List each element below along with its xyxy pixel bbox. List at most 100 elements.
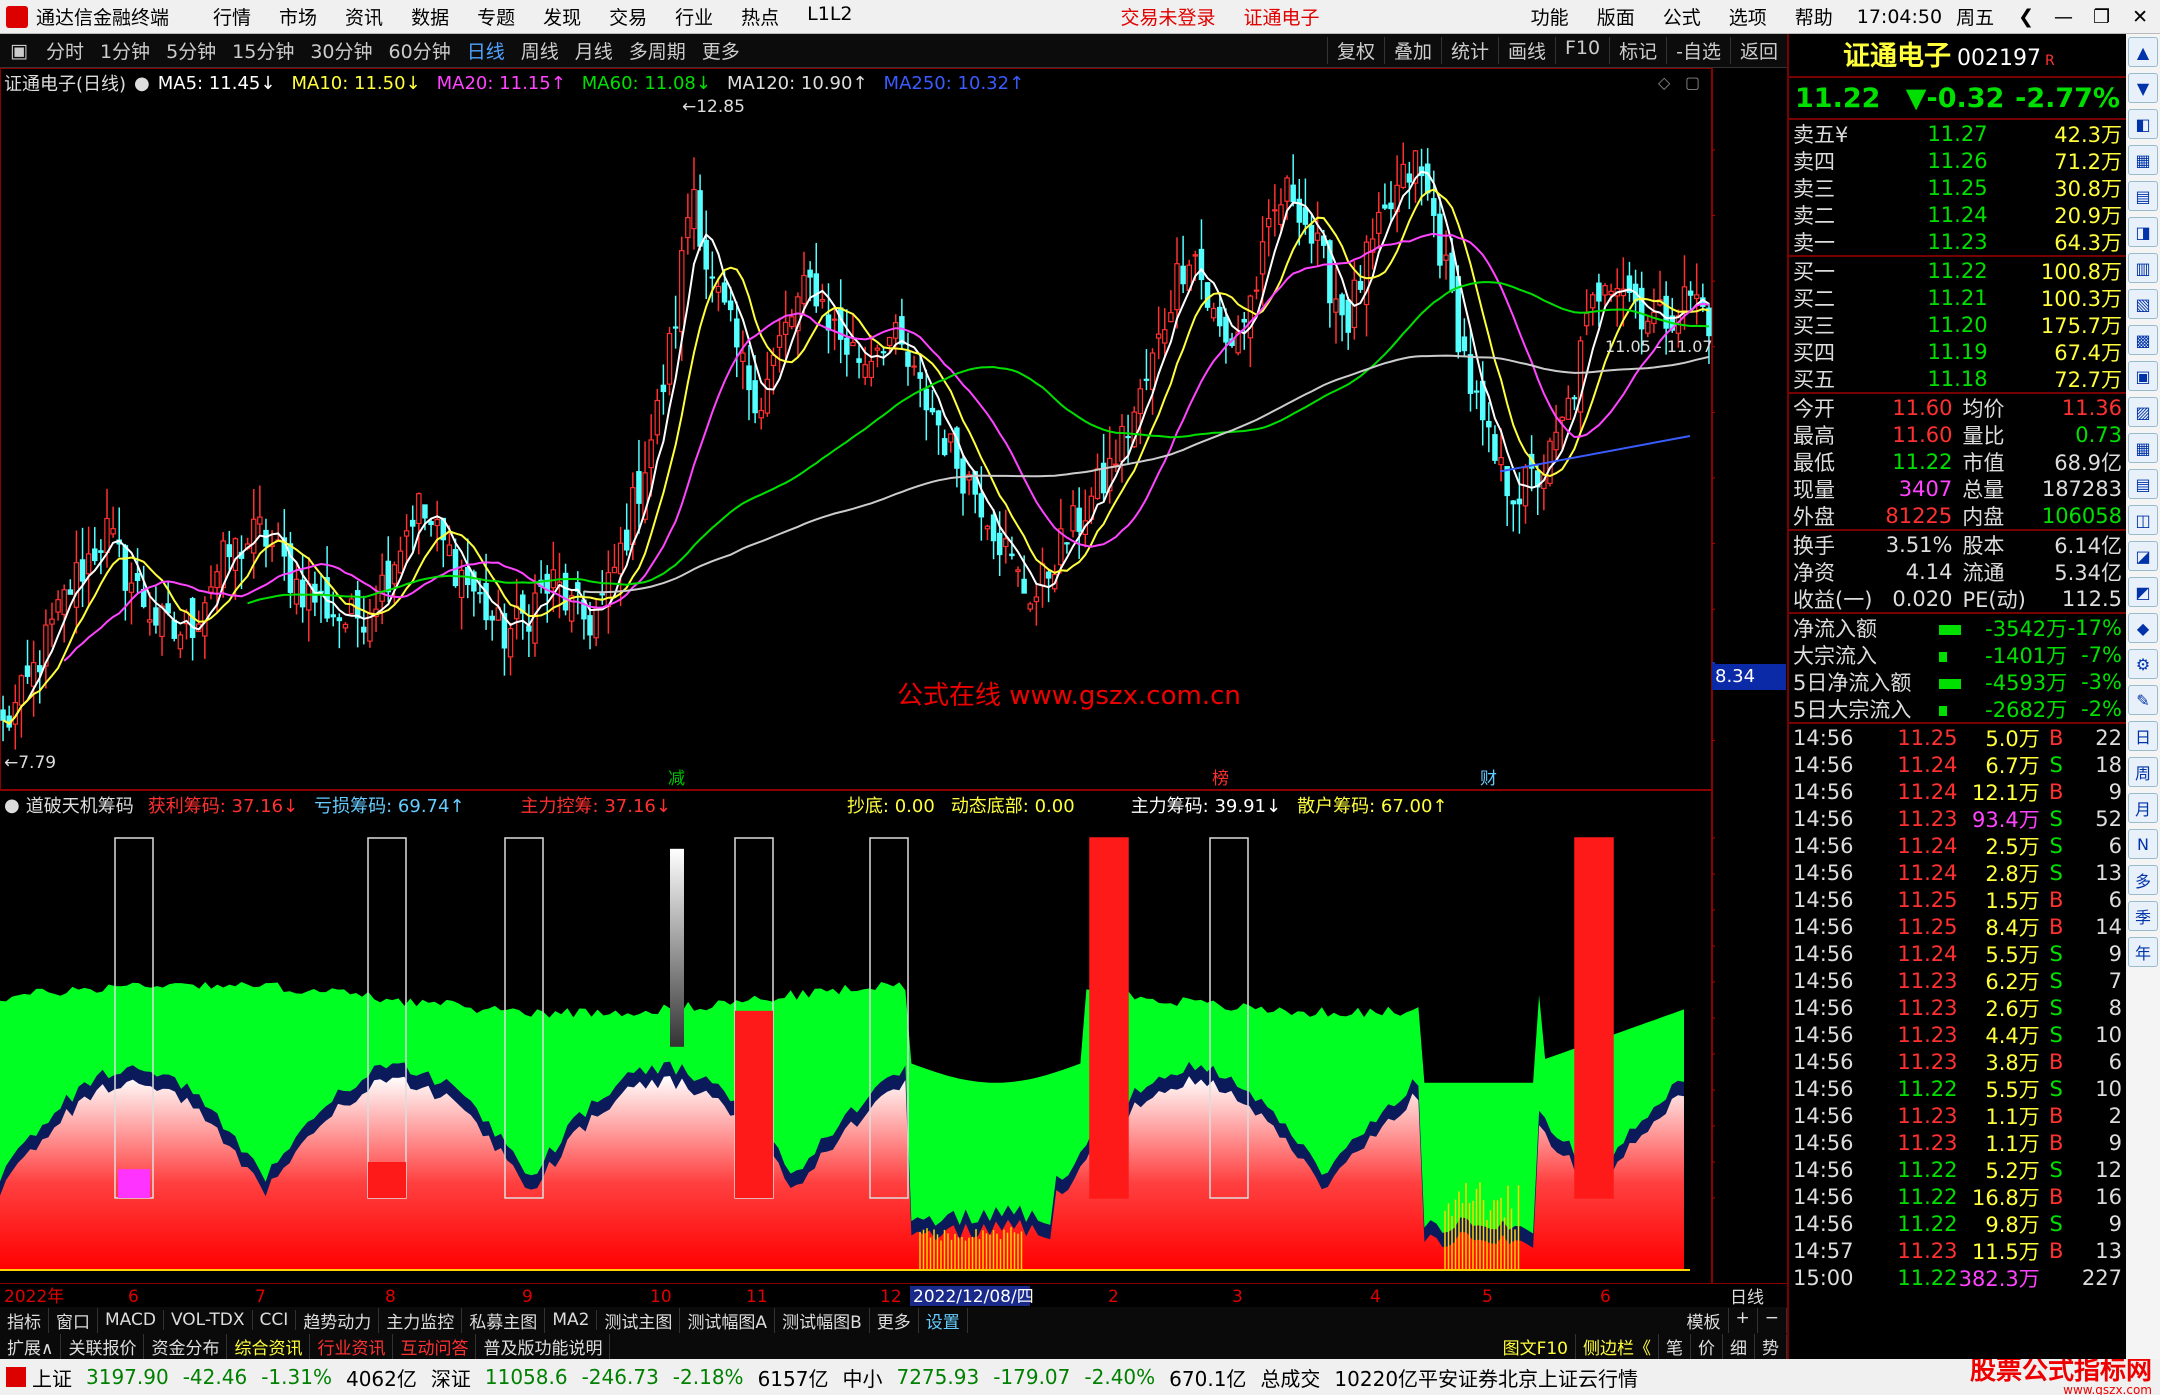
sidebar-tool-icon[interactable]: ◫: [2128, 505, 2158, 535]
panel-toggle-icon[interactable]: ▣: [0, 40, 38, 62]
sidebar-period-button[interactable]: N: [2128, 829, 2158, 859]
chart-tool-button[interactable]: 返回: [1730, 37, 1787, 64]
sidebar-tool-icon[interactable]: ▤: [2128, 469, 2158, 499]
menu-item[interactable]: 行业: [661, 3, 727, 30]
period-tab[interactable]: 更多: [694, 37, 748, 64]
indicator-tab[interactable]: 主力监控: [379, 1308, 462, 1333]
order-row[interactable]: 买四 11.19 67.4万: [1789, 338, 2126, 365]
menu-item[interactable]: 专题: [463, 3, 529, 30]
menu-item[interactable]: 数据: [397, 3, 463, 30]
menu-right-item[interactable]: 功能: [1517, 3, 1583, 30]
extension-tab[interactable]: 互动问答: [393, 1334, 476, 1359]
order-row[interactable]: 买二 11.21 100.3万: [1789, 284, 2126, 311]
menu-right-item[interactable]: 选项: [1715, 3, 1781, 30]
template-button[interactable]: −: [1758, 1308, 1787, 1333]
order-row[interactable]: 卖三 11.25 30.8万: [1789, 174, 2126, 201]
menu-item[interactable]: 资讯: [331, 3, 397, 30]
order-row[interactable]: 卖一 11.23 64.3万: [1789, 228, 2126, 255]
trade-status[interactable]: 交易未登录: [1107, 3, 1230, 30]
chart-tool-button[interactable]: 标记: [1609, 37, 1666, 64]
event-tag[interactable]: 财: [1480, 769, 1497, 789]
event-tag[interactable]: 榜: [1212, 769, 1229, 789]
period-tab[interactable]: 60分钟: [381, 37, 459, 64]
extension-tab[interactable]: 扩展∧: [0, 1334, 61, 1359]
period-tab[interactable]: 30分钟: [302, 37, 380, 64]
extension-tab[interactable]: 行业资讯: [310, 1334, 393, 1359]
extension-tab[interactable]: 关联报价: [61, 1334, 144, 1359]
side-tab[interactable]: 势: [1755, 1334, 1787, 1359]
sidebar-tool-icon[interactable]: ▨: [2128, 397, 2158, 427]
sidebar-period-button[interactable]: 多: [2128, 865, 2158, 895]
close-icon[interactable]: ✕: [2120, 6, 2160, 28]
period-tab[interactable]: 月线: [567, 37, 621, 64]
indicator-tab[interactable]: 窗口: [49, 1308, 98, 1333]
extension-tab[interactable]: 综合资讯: [227, 1334, 310, 1359]
indicator-tab[interactable]: CCI: [253, 1310, 297, 1330]
menu-right-item[interactable]: 版面: [1583, 3, 1649, 30]
template-button[interactable]: +: [1729, 1308, 1758, 1333]
candlestick-chart[interactable]: 12.50 12.00 11.50 11.00 10.50 10.00 9.50 9.00 8.…: [0, 68, 1715, 790]
sidebar-tool-icon[interactable]: ◩: [2128, 577, 2158, 607]
order-row[interactable]: 买一 11.22 100.8万: [1789, 257, 2126, 284]
order-row[interactable]: 卖四 11.26 71.2万: [1789, 147, 2126, 174]
indicator-tab[interactable]: 测试幅图A: [680, 1308, 775, 1333]
sh-label[interactable]: 上证: [32, 1363, 72, 1392]
sidebar-period-button[interactable]: 月: [2128, 793, 2158, 823]
sidebar-tool-icon[interactable]: ▣: [2128, 361, 2158, 391]
side-tab[interactable]: 细: [1723, 1334, 1755, 1359]
period-tab[interactable]: 5分钟: [158, 37, 224, 64]
tick-list[interactable]: 14:56 11.25 5.0万 B 22 14:56 11.24 6.7万 S 18 14:56 1…: [1789, 724, 2126, 1291]
order-row[interactable]: 卖二 11.24 20.9万: [1789, 201, 2126, 228]
indicator-tab[interactable]: MA2: [545, 1310, 597, 1330]
menu-right-item[interactable]: 公式: [1649, 3, 1715, 30]
extension-tab[interactable]: 普及版功能说明: [476, 1334, 610, 1359]
sidebar-period-button[interactable]: 季: [2128, 901, 2158, 931]
indicator-tab[interactable]: 测试幅图B: [775, 1308, 870, 1333]
period-tab[interactable]: 日线: [459, 37, 513, 64]
template-button[interactable]: 模板: [1680, 1308, 1729, 1333]
sz-label[interactable]: 深证: [431, 1363, 471, 1392]
menu-item[interactable]: 热点: [727, 3, 793, 30]
indicator-tab[interactable]: 测试主图: [597, 1308, 680, 1333]
order-row[interactable]: 卖五¥ 11.27 42.3万: [1789, 120, 2126, 147]
sidebar-tool-icon[interactable]: ◪: [2128, 541, 2158, 571]
order-row[interactable]: 买五 11.18 72.7万: [1789, 365, 2126, 392]
menu-item[interactable]: 行情: [199, 3, 265, 30]
event-tag[interactable]: 减: [668, 769, 685, 789]
minimize-icon[interactable]: —: [2044, 6, 2083, 28]
sidebar-tool-icon[interactable]: ▩: [2128, 325, 2158, 355]
settings-dot-icon[interactable]: ●: [134, 73, 150, 94]
indicator-tab[interactable]: 指标: [0, 1308, 49, 1333]
sidebar-tool-icon[interactable]: ◆: [2128, 613, 2158, 643]
period-tab[interactable]: 15分钟: [224, 37, 302, 64]
sidebar-tool-icon[interactable]: ▥: [2128, 253, 2158, 283]
sidebar-tool-icon[interactable]: ▤: [2128, 181, 2158, 211]
extension-tab[interactable]: 资金分布: [144, 1334, 227, 1359]
sidebar-tool-icon[interactable]: ◧: [2128, 109, 2158, 139]
period-tab[interactable]: 周线: [513, 37, 567, 64]
chart-tool-button[interactable]: 统计: [1441, 37, 1498, 64]
indicator-tab[interactable]: VOL-TDX: [164, 1310, 253, 1330]
sidebar-tool-icon[interactable]: ▲: [2128, 37, 2158, 67]
sidebar-period-button[interactable]: 周: [2128, 757, 2158, 787]
chart-tool-button[interactable]: 画线: [1498, 37, 1555, 64]
sidebar-period-button[interactable]: 日: [2128, 721, 2158, 751]
menu-item[interactable]: 发现: [529, 3, 595, 30]
zx-label[interactable]: 中小: [842, 1363, 882, 1392]
menu-item[interactable]: 市场: [265, 3, 331, 30]
side-tab[interactable]: 图文F10: [1496, 1334, 1576, 1359]
indicator-tab[interactable]: 趋势动力: [296, 1308, 379, 1333]
sidebar-tool-icon[interactable]: ⚙: [2128, 649, 2158, 679]
sidebar-tool-icon[interactable]: ▦: [2128, 145, 2158, 175]
period-tab[interactable]: 多周期: [621, 37, 694, 64]
side-tab[interactable]: 价: [1691, 1334, 1723, 1359]
chart-tool-button[interactable]: F10: [1555, 37, 1609, 64]
indicator-tab[interactable]: 私募主图: [462, 1308, 545, 1333]
chip-indicator-chart[interactable]: 120.00 110.00 100.00 90.00 80.00 70.00 60.00 50…: [0, 790, 1715, 1283]
server-name[interactable]: 平安证券北京上证云行情: [1418, 1363, 1638, 1392]
menu-item[interactable]: 交易: [595, 3, 661, 30]
maximize-icon[interactable]: ❐: [2083, 6, 2120, 28]
sidebar-tool-icon[interactable]: ✎: [2128, 685, 2158, 715]
chart-tool-button[interactable]: -自选: [1666, 37, 1730, 64]
sidebar-tool-icon[interactable]: ▼: [2128, 73, 2158, 103]
